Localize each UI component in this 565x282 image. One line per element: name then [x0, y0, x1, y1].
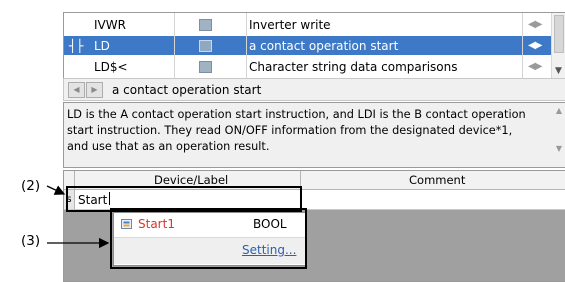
callout-arrow-2 — [46, 185, 66, 195]
callout-arrows — [46, 185, 110, 249]
